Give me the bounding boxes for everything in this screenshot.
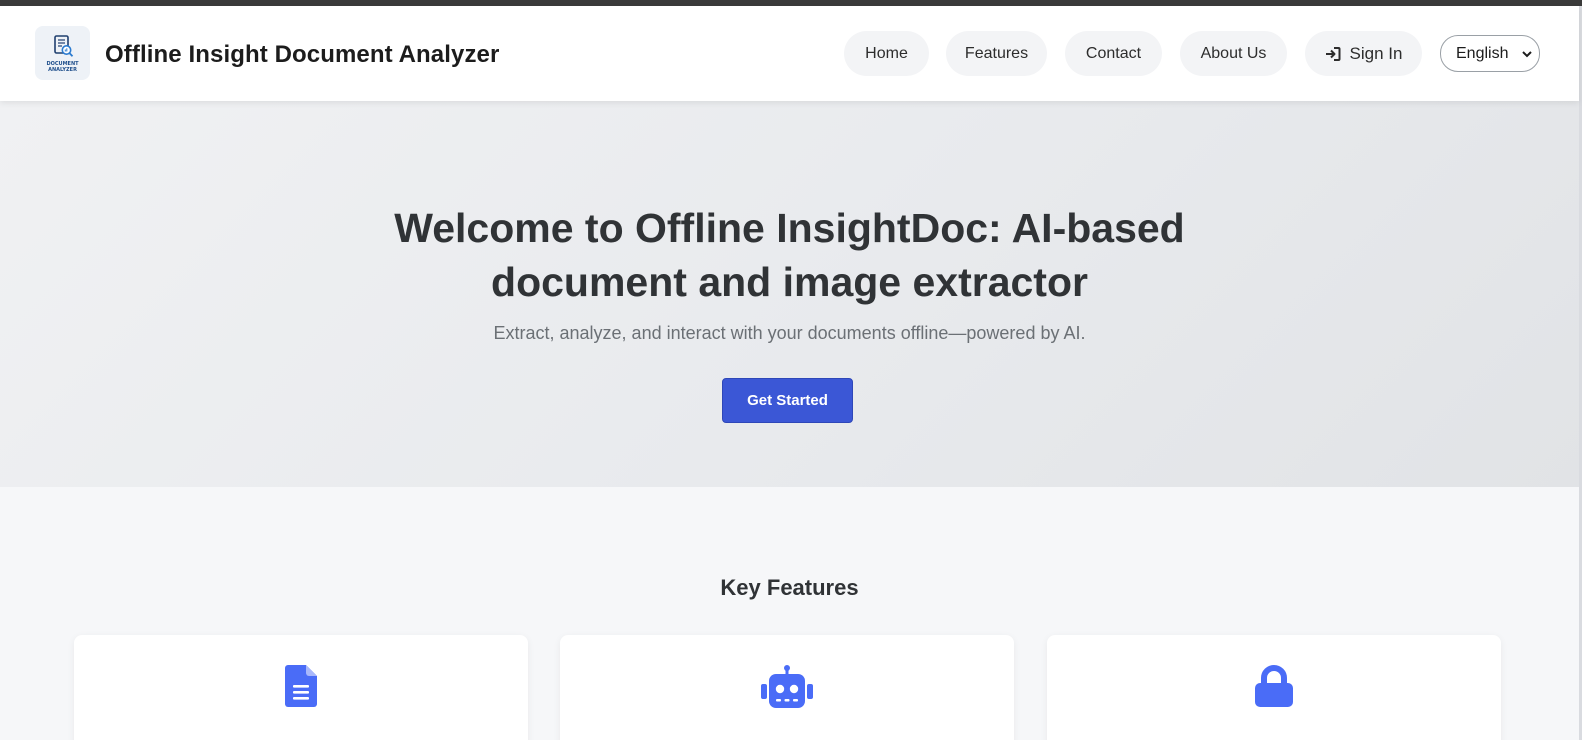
logo[interactable]: DOCUMENT ANALYZER [35,26,90,80]
nav-features[interactable]: Features [946,31,1047,76]
features-title: Key Features [720,575,859,600]
logo-text-line1: DOCUMENT [46,60,79,67]
sign-in-label: Sign In [1349,43,1403,63]
feature-card-document [74,635,528,740]
hero-title: Welcome to Offline InsightDoc: AI-based … [0,201,1579,309]
language-selected: English [1456,44,1509,62]
nav-home[interactable]: Home [844,31,929,76]
hero-title-line2: document and image extractor [491,259,1088,305]
site-header: DOCUMENT ANALYZER Offline Insight Docume… [0,6,1579,101]
feature-card-privacy [1047,635,1501,740]
logo-text: DOCUMENT ANALYZER [46,61,78,73]
language-select[interactable]: English [1440,35,1540,72]
sign-in-icon [1325,46,1341,61]
nav-about-us[interactable]: About Us [1180,31,1287,76]
hero-title-line1: Welcome to Offline InsightDoc: AI-based [394,205,1185,251]
sign-in-button[interactable]: Sign In [1305,31,1422,76]
nav-contact[interactable]: Contact [1065,31,1162,76]
chevron-down-icon [1522,51,1532,58]
hero-subtitle: Extract, analyze, and interact with your… [493,323,1086,343]
document-icon [285,665,317,707]
document-analyzer-logo-icon [53,34,73,57]
logo-text-line2: ANALYZER [48,66,77,73]
app-title[interactable]: Offline Insight Document Analyzer [105,41,499,69]
feature-card-ai [560,635,1014,740]
get-started-button[interactable]: Get Started [722,378,853,423]
hero-section: Welcome to Offline InsightDoc: AI-based … [0,101,1579,487]
robot-icon [761,665,813,708]
lock-icon [1255,665,1293,707]
